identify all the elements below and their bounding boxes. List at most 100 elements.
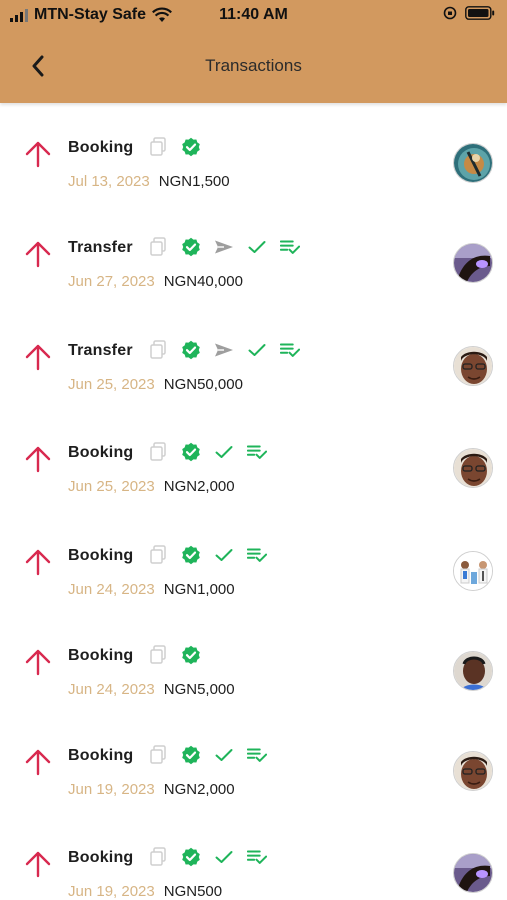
transaction-meta: Jun 24, 2023 NGN1,000 bbox=[68, 581, 235, 598]
check-icon bbox=[247, 237, 267, 257]
avatar[interactable] bbox=[453, 853, 493, 893]
status-icons bbox=[148, 745, 280, 765]
transaction-type: Booking bbox=[68, 647, 134, 664]
check-icon bbox=[247, 340, 267, 360]
copy-icon[interactable] bbox=[148, 847, 168, 867]
outgoing-arrow-icon bbox=[22, 341, 54, 373]
orientation-lock-icon bbox=[443, 6, 457, 20]
list-check-icon bbox=[280, 340, 300, 360]
avatar[interactable] bbox=[453, 448, 493, 488]
send-icon bbox=[214, 340, 234, 360]
transaction-date: Jul 13, 2023 bbox=[68, 173, 150, 190]
transaction-amount: NGN2,000 bbox=[163, 781, 235, 798]
transaction-type: Transfer bbox=[68, 239, 133, 256]
transaction-type: Booking bbox=[68, 849, 134, 866]
avatar[interactable] bbox=[453, 651, 493, 691]
transaction-meta: Jul 13, 2023 NGN1,500 bbox=[68, 173, 230, 190]
avatar[interactable] bbox=[453, 751, 493, 791]
verified-badge-icon bbox=[181, 340, 201, 360]
status-icons bbox=[148, 847, 280, 867]
verified-badge-icon bbox=[181, 745, 201, 765]
transaction-row[interactable]: Transfer Jun 25, 2023 NGN50,000 bbox=[0, 306, 507, 406]
transaction-row[interactable]: Booking Jun 19, 2023 NGN500 bbox=[0, 813, 507, 900]
outgoing-arrow-icon bbox=[22, 848, 54, 880]
outgoing-arrow-icon bbox=[22, 138, 54, 170]
transaction-date: Jun 24, 2023 bbox=[68, 681, 155, 698]
transaction-amount: NGN50,000 bbox=[163, 376, 243, 393]
copy-icon[interactable] bbox=[148, 137, 168, 157]
transaction-amount: NGN500 bbox=[163, 883, 223, 900]
transaction-row[interactable]: Booking Jun 24, 2023 NGN1,000 bbox=[0, 511, 507, 611]
transaction-row[interactable]: Transfer Jun 27, 2023 NGN40,000 bbox=[0, 203, 507, 303]
verified-badge-icon bbox=[181, 137, 201, 157]
copy-icon[interactable] bbox=[148, 340, 168, 360]
list-check-icon bbox=[280, 237, 300, 257]
transaction-amount: NGN1,500 bbox=[158, 173, 230, 190]
transaction-date: Jun 19, 2023 bbox=[68, 883, 155, 900]
transaction-row[interactable]: Booking Jun 25, 2023 NGN2,000 bbox=[0, 408, 507, 508]
copy-icon[interactable] bbox=[148, 545, 168, 565]
verified-badge-icon bbox=[181, 545, 201, 565]
status-icons bbox=[148, 442, 280, 462]
transaction-date: Jun 19, 2023 bbox=[68, 781, 155, 798]
transaction-amount: NGN5,000 bbox=[163, 681, 235, 698]
transaction-amount: NGN40,000 bbox=[163, 273, 243, 290]
transaction-amount: NGN1,000 bbox=[163, 581, 235, 598]
nav-bar: Transactions bbox=[0, 40, 507, 92]
copy-icon[interactable] bbox=[148, 745, 168, 765]
avatar[interactable] bbox=[453, 243, 493, 283]
outgoing-arrow-icon bbox=[22, 443, 54, 475]
status-icons bbox=[148, 137, 214, 157]
verified-badge-icon bbox=[181, 442, 201, 462]
verified-badge-icon bbox=[181, 645, 201, 665]
status-icons bbox=[148, 545, 280, 565]
transaction-type: Booking bbox=[68, 747, 134, 764]
transaction-type: Booking bbox=[68, 547, 134, 564]
transaction-meta: Jun 19, 2023 NGN2,000 bbox=[68, 781, 235, 798]
transaction-row[interactable]: Booking Jul 13, 2023 NGN1,500 bbox=[0, 103, 507, 203]
transaction-type: Booking bbox=[68, 139, 134, 156]
transaction-date: Jun 25, 2023 bbox=[68, 478, 155, 495]
check-icon bbox=[214, 545, 234, 565]
avatar[interactable] bbox=[453, 551, 493, 591]
transaction-date: Jun 25, 2023 bbox=[68, 376, 155, 393]
list-check-icon bbox=[247, 545, 267, 565]
transaction-row[interactable]: Booking Jun 19, 2023 NGN2,000 bbox=[0, 711, 507, 811]
check-icon bbox=[214, 745, 234, 765]
verified-badge-icon bbox=[181, 237, 201, 257]
outgoing-arrow-icon bbox=[22, 546, 54, 578]
status-icons bbox=[148, 237, 313, 257]
outgoing-arrow-icon bbox=[22, 646, 54, 678]
battery-icon bbox=[465, 6, 495, 20]
verified-badge-icon bbox=[181, 847, 201, 867]
check-icon bbox=[214, 442, 234, 462]
list-check-icon bbox=[247, 442, 267, 462]
list-check-icon bbox=[247, 847, 267, 867]
check-icon bbox=[214, 847, 234, 867]
app-header: MTN-Stay Safe 11:40 AM Transactions bbox=[0, 0, 507, 103]
outgoing-arrow-icon bbox=[22, 238, 54, 270]
transaction-meta: Jun 27, 2023 NGN40,000 bbox=[68, 273, 243, 290]
list-check-icon bbox=[247, 745, 267, 765]
copy-icon[interactable] bbox=[148, 442, 168, 462]
status-bar: MTN-Stay Safe 11:40 AM bbox=[0, 0, 507, 32]
copy-icon[interactable] bbox=[148, 237, 168, 257]
transaction-type: Transfer bbox=[68, 342, 133, 359]
transaction-amount: NGN2,000 bbox=[163, 478, 235, 495]
avatar[interactable] bbox=[453, 346, 493, 386]
transaction-meta: Jun 25, 2023 NGN50,000 bbox=[68, 376, 243, 393]
copy-icon[interactable] bbox=[148, 645, 168, 665]
send-icon bbox=[214, 237, 234, 257]
transaction-meta: Jun 19, 2023 NGN500 bbox=[68, 883, 222, 900]
outgoing-arrow-icon bbox=[22, 746, 54, 778]
status-icons bbox=[148, 645, 214, 665]
transaction-list[interactable]: Booking Jul 13, 2023 NGN1,500 Transfer Jun 2… bbox=[0, 103, 507, 900]
transaction-date: Jun 27, 2023 bbox=[68, 273, 155, 290]
transaction-meta: Jun 24, 2023 NGN5,000 bbox=[68, 681, 235, 698]
avatar[interactable] bbox=[453, 143, 493, 183]
transaction-row[interactable]: Booking Jun 24, 2023 NGN5,000 bbox=[0, 611, 507, 711]
page-title: Transactions bbox=[205, 56, 302, 75]
transaction-date: Jun 24, 2023 bbox=[68, 581, 155, 598]
transaction-type: Booking bbox=[68, 444, 134, 461]
status-icons bbox=[148, 340, 313, 360]
